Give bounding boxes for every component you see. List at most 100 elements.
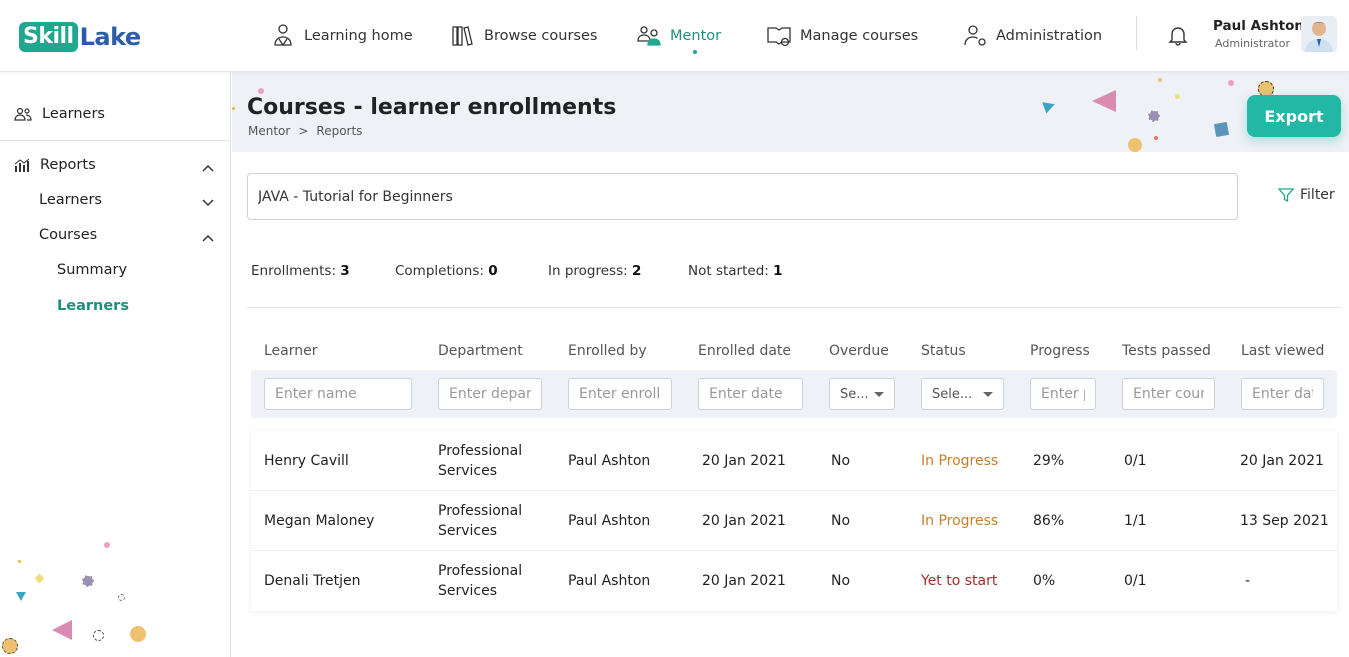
status-filter-select[interactable]: Sele... xyxy=(921,378,1004,410)
nav-label: Browse courses xyxy=(484,28,598,44)
column-header-overdue[interactable]: Overdue xyxy=(829,343,889,359)
cell-learner[interactable]: Denali Tretjen xyxy=(264,551,361,611)
progress-filter-input[interactable] xyxy=(1030,378,1096,410)
sidebar-item-reports[interactable]: Reports xyxy=(14,157,96,173)
top-bar: Skill Lake Learning home Browse courses … xyxy=(0,0,1349,72)
sidebar-item-summary[interactable]: Summary xyxy=(57,262,127,278)
confetti-dot xyxy=(1228,80,1234,86)
chevron-up-icon[interactable] xyxy=(201,231,215,245)
column-header-enrolled-by[interactable]: Enrolled by xyxy=(568,343,647,359)
reports-chart-icon xyxy=(14,158,30,172)
chevron-down-icon[interactable] xyxy=(201,196,215,210)
breadcrumb-mentor[interactable]: Mentor xyxy=(248,124,290,138)
tests-filter-input[interactable] xyxy=(1122,378,1215,410)
select-value: Se... xyxy=(840,386,869,402)
nav-divider xyxy=(1136,16,1137,50)
confetti-dot xyxy=(118,594,125,601)
cell-progress: 29% xyxy=(1033,453,1065,469)
breadcrumb: Mentor > Reports xyxy=(248,124,362,138)
column-header-progress[interactable]: Progress xyxy=(1030,343,1090,359)
sidebar-item-courses[interactable]: Courses xyxy=(39,227,97,243)
column-header-learner[interactable]: Learner xyxy=(264,343,318,359)
mentor-icon xyxy=(637,26,661,46)
cell-tests-passed: 0/1 xyxy=(1124,573,1147,589)
cell-department: Professional Services xyxy=(438,503,523,539)
sidebar-item-learners[interactable]: Learners xyxy=(14,106,105,122)
cell-enrolled-date: 20 Jan 2021 xyxy=(702,573,786,589)
stat-enrollments: Enrollments: 3 xyxy=(251,263,350,279)
chevron-down-icon xyxy=(983,391,993,397)
confetti-triangle xyxy=(1092,90,1116,112)
column-header-tests-passed[interactable]: Tests passed xyxy=(1122,343,1211,359)
course-search-input[interactable] xyxy=(247,173,1238,220)
avatar[interactable] xyxy=(1301,16,1337,52)
overdue-filter-select[interactable]: Se... xyxy=(829,378,895,410)
cell-last-viewed: 20 Jan 2021 xyxy=(1240,453,1324,469)
sidebar-item-courses-learners[interactable]: Learners xyxy=(57,298,129,314)
avatar-image xyxy=(1301,16,1337,52)
manage-courses-icon xyxy=(767,27,791,47)
cell-overdue: No xyxy=(831,453,851,469)
column-header-enrolled-date[interactable]: Enrolled date xyxy=(698,343,791,359)
breadcrumb-separator: > xyxy=(298,124,309,138)
confetti-dot xyxy=(34,573,45,584)
nav-browse-courses[interactable]: Browse courses xyxy=(450,0,597,72)
cell-overdue: No xyxy=(831,573,851,589)
books-icon xyxy=(452,26,473,46)
skilllake-logo[interactable]: Skill Lake xyxy=(19,22,141,52)
confetti-dot xyxy=(93,630,104,641)
enrolled-date-filter-input[interactable] xyxy=(698,378,803,410)
export-button[interactable]: Export xyxy=(1247,95,1341,137)
column-header-last-viewed[interactable]: Last viewed xyxy=(1241,343,1324,359)
user-name[interactable]: Paul Ashton xyxy=(1213,18,1304,34)
bell-icon[interactable] xyxy=(1166,23,1190,47)
table-row[interactable]: Henry Cavill Professional Services Paul … xyxy=(251,431,1337,491)
nav-learning-home[interactable]: Learning home xyxy=(270,0,413,72)
table-row[interactable]: Denali Tretjen Professional Services Pau… xyxy=(251,551,1337,611)
confetti-dot xyxy=(1213,121,1230,138)
confetti-triangle xyxy=(16,592,26,601)
sidebar-item-reports-learners[interactable]: Learners xyxy=(39,192,102,208)
nav-label: Manage courses xyxy=(800,28,919,44)
filter-icon xyxy=(1278,188,1294,203)
confetti-triangle xyxy=(1042,98,1057,114)
breadcrumb-reports[interactable]: Reports xyxy=(316,124,362,138)
page-title: Courses - learner enrollments xyxy=(247,95,617,120)
confetti-dot xyxy=(82,575,94,587)
confetti-dot xyxy=(232,107,235,110)
logo-text: Lake xyxy=(79,23,142,51)
cell-last-viewed: - xyxy=(1245,573,1251,589)
enrolled-by-filter-input[interactable] xyxy=(568,378,672,410)
nav-administration[interactable]: Administration xyxy=(962,0,1102,72)
cell-last-viewed: 13 Sep 2021 xyxy=(1240,513,1329,529)
filter-button[interactable]: Filter xyxy=(1278,187,1335,203)
sidebar-label: Learners xyxy=(39,192,102,208)
sidebar-label: Learners xyxy=(57,298,129,314)
sidebar-label: Summary xyxy=(57,262,128,278)
learner-filter-input[interactable] xyxy=(264,378,412,410)
nav-manage-courses[interactable]: Manage courses xyxy=(766,0,918,72)
sidebar-divider xyxy=(0,140,231,141)
cell-enrolled-by: Paul Ashton xyxy=(568,573,651,589)
confetti-dot xyxy=(1128,138,1142,152)
confetti-dot xyxy=(104,542,110,548)
nav-mentor[interactable]: Mentor xyxy=(636,0,721,72)
confetti-dot xyxy=(1175,94,1180,99)
sidebar-label: Courses xyxy=(39,227,98,243)
confetti-dot xyxy=(1148,110,1160,122)
cell-department: Professional Services xyxy=(438,563,523,599)
cell-tests-passed: 0/1 xyxy=(1124,453,1147,469)
last-viewed-filter-input[interactable] xyxy=(1241,378,1324,410)
cell-learner[interactable]: Megan Maloney xyxy=(264,491,374,551)
filter-label: Filter xyxy=(1300,187,1335,203)
stat-in-progress: In progress: 2 xyxy=(548,263,642,279)
column-header-department[interactable]: Department xyxy=(438,343,523,359)
cell-learner[interactable]: Henry Cavill xyxy=(264,431,349,491)
table-row[interactable]: Megan Maloney Professional Services Paul… xyxy=(251,491,1337,551)
chevron-down-icon xyxy=(874,391,884,397)
column-header-status[interactable]: Status xyxy=(921,343,966,359)
cell-progress: 0% xyxy=(1033,573,1056,589)
chevron-up-icon[interactable] xyxy=(201,161,215,175)
department-filter-input[interactable] xyxy=(438,378,542,410)
cell-enrolled-date: 20 Jan 2021 xyxy=(702,513,786,529)
